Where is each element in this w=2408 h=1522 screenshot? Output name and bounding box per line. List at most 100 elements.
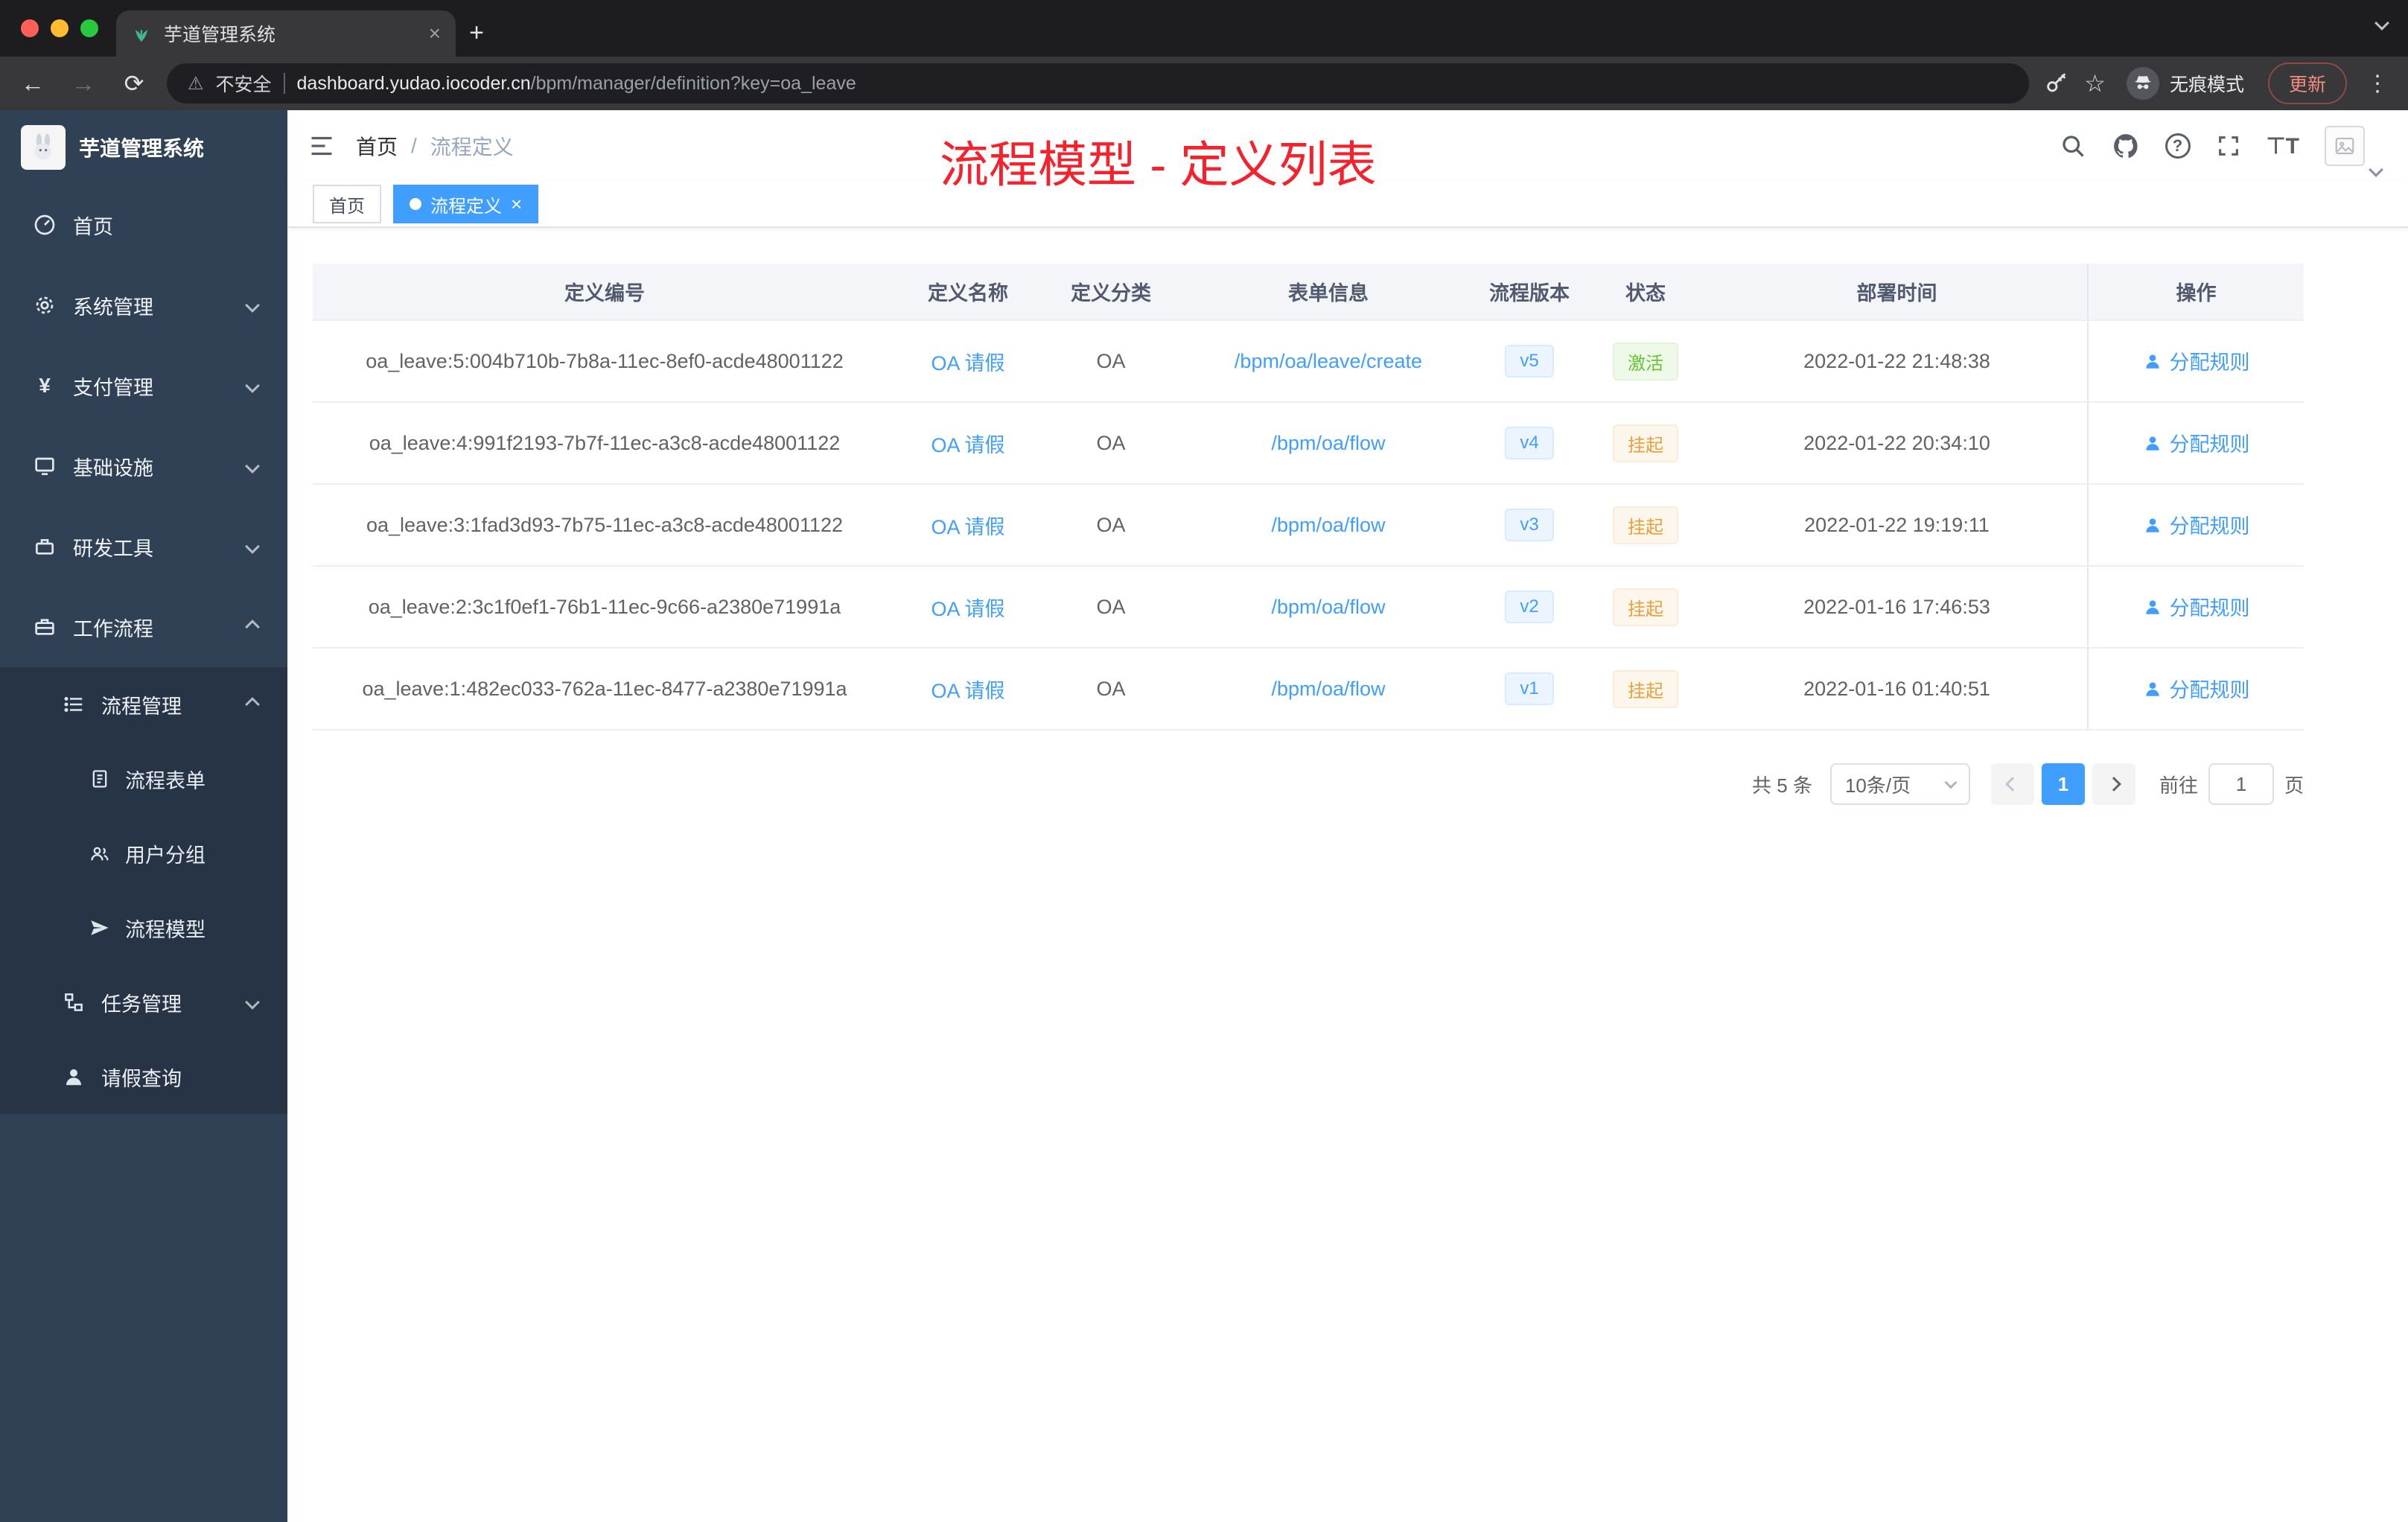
page-number-current[interactable]: 1	[2041, 763, 2085, 805]
font-size-icon[interactable]: ⊤T	[2267, 133, 2299, 159]
definition-name-link[interactable]: OA 请假	[931, 598, 1004, 620]
goto-page: 前往 页	[2159, 763, 2304, 805]
tag-process-definition[interactable]: 流程定义 ×	[393, 185, 539, 223]
form-link[interactable]: /bpm/oa/leave/create	[1235, 350, 1422, 372]
assign-rule-link[interactable]: 分配规则	[2143, 510, 2250, 539]
status-badge: 挂起	[1613, 588, 1678, 626]
table-row: oa_leave:3:1fad3d93-7b75-11ec-a3c8-acde4…	[313, 484, 2304, 567]
form-link[interactable]: /bpm/oa/flow	[1271, 596, 1385, 618]
back-button[interactable]: ←	[15, 70, 51, 98]
definition-category: OA	[1039, 320, 1182, 403]
sidebar-item-infra[interactable]: 基础设施	[0, 426, 287, 506]
sidebar-item-process-mgmt[interactable]: 流程管理	[0, 667, 287, 742]
sidebar-item-home[interactable]: 首页	[0, 185, 287, 265]
sidebar-item-label: 支付管理	[73, 376, 153, 399]
assign-rule-link[interactable]: 分配规则	[2143, 674, 2250, 703]
breadcrumb-current: 流程定义	[430, 136, 514, 159]
user-menu[interactable]	[2325, 126, 2383, 177]
sidebar-item-label: 首页	[73, 215, 113, 238]
tab-close-icon[interactable]: ×	[429, 22, 441, 45]
deploy-time: 2022-01-22 20:34:10	[1707, 402, 2088, 485]
table-row: oa_leave:4:991f2193-7b7f-11ec-a3c8-acde4…	[313, 402, 2304, 485]
deploy-time: 2022-01-22 19:19:11	[1707, 484, 2088, 567]
next-page-button[interactable]	[2092, 763, 2135, 805]
tag-home[interactable]: 首页	[313, 185, 381, 223]
sidebar-item-label: 流程管理	[101, 695, 182, 718]
assign-rule-link[interactable]: 分配规则	[2143, 346, 2250, 375]
sidebar-item-leave-query[interactable]: 请假查询	[0, 1039, 287, 1114]
document-icon	[89, 768, 110, 789]
definition-name-link[interactable]: OA 请假	[931, 352, 1004, 375]
briefcase-icon	[33, 615, 57, 639]
help-icon[interactable]: ?	[2165, 133, 2191, 159]
version-badge: v1	[1505, 672, 1554, 705]
form-link[interactable]: /bpm/oa/flow	[1271, 678, 1385, 700]
table-header-row: 定义编号 定义名称 定义分类 表单信息 流程版本 状态 部署时间 操作	[313, 264, 2304, 321]
key-icon[interactable]	[2044, 71, 2069, 96]
breadcrumb-home[interactable]: 首页	[356, 131, 398, 161]
col-form-info: 表单信息	[1182, 264, 1474, 321]
sidebar-item-payment[interactable]: ¥ 支付管理	[0, 346, 287, 426]
sidebar-item-label: 请假查询	[101, 1067, 182, 1090]
sidebar: 芋道管理系统 首页 系统管理 ¥ 支付管理 基础设施 研发工具 工作流程 流程管…	[0, 110, 287, 1522]
flowchart-icon	[63, 991, 85, 1013]
forward-button[interactable]: →	[66, 70, 101, 98]
chevron-up-icon	[245, 620, 260, 634]
breadcrumb: 首页 / 流程定义	[356, 131, 514, 161]
zoom-window-button[interactable]	[80, 19, 98, 37]
search-icon[interactable]	[2060, 133, 2086, 159]
address-divider	[283, 73, 285, 94]
tag-close-icon[interactable]: ×	[511, 194, 522, 214]
person-icon	[2143, 433, 2162, 453]
definition-name-link[interactable]: OA 请假	[931, 680, 1004, 702]
assign-rule-link[interactable]: 分配规则	[2143, 592, 2250, 621]
new-tab-button[interactable]: +	[456, 12, 497, 54]
browser-tab[interactable]: 芋道管理系统 ×	[116, 10, 456, 57]
incognito-label: 无痕模式	[2169, 74, 2244, 95]
col-category: 定义分类	[1039, 264, 1182, 321]
form-link[interactable]: /bpm/oa/flow	[1271, 432, 1385, 454]
person-icon	[2143, 597, 2162, 617]
collapse-sidebar-icon[interactable]	[308, 133, 335, 159]
assign-rule-link[interactable]: 分配规则	[2143, 428, 2250, 457]
sidebar-item-task-mgmt[interactable]: 任务管理	[0, 965, 287, 1039]
chevron-down-icon	[1944, 776, 1958, 789]
sidebar-item-devtools[interactable]: 研发工具	[0, 506, 287, 587]
fullscreen-icon[interactable]	[2216, 133, 2241, 159]
sidebar-item-process-model[interactable]: 流程模型	[0, 891, 287, 965]
chevron-down-icon	[245, 378, 260, 393]
reload-button[interactable]: ⟳	[116, 69, 152, 98]
deploy-time: 2022-01-16 01:40:51	[1707, 648, 2088, 730]
page-content: 定义编号 定义名称 定义分类 表单信息 流程版本 状态 部署时间 操作 oa_l	[287, 228, 2408, 805]
close-window-button[interactable]	[21, 19, 39, 37]
update-button[interactable]: 更新	[2267, 63, 2347, 104]
definition-name-link[interactable]: OA 请假	[931, 434, 1004, 456]
sidebar-item-system[interactable]: 系统管理	[0, 265, 287, 346]
sidebar-item-label: 工作流程	[73, 617, 153, 640]
sidebar-item-label: 系统管理	[73, 296, 153, 319]
gear-icon	[33, 293, 57, 317]
tag-label: 首页	[329, 196, 365, 217]
definition-category: OA	[1039, 648, 1182, 730]
definition-id: oa_leave:4:991f2193-7b7f-11ec-a3c8-acde4…	[313, 402, 896, 485]
deploy-time: 2022-01-22 21:48:38	[1707, 320, 2088, 403]
definition-name-link[interactable]: OA 请假	[931, 516, 1004, 538]
github-icon[interactable]	[2112, 132, 2140, 160]
table-row: oa_leave:5:004b710b-7b8a-11ec-8ef0-acde4…	[313, 320, 2304, 403]
window-controls	[21, 19, 98, 37]
minimize-window-button[interactable]	[51, 19, 69, 37]
form-link[interactable]: /bpm/oa/flow	[1271, 514, 1385, 536]
tab-favicon-icon	[131, 23, 152, 44]
browser-menu-icon[interactable]: ⋮	[2362, 71, 2393, 97]
page-size-select[interactable]: 10条/页	[1829, 763, 1970, 805]
sidebar-item-workflow[interactable]: 工作流程	[0, 587, 287, 667]
prev-page-button[interactable]	[1990, 763, 2034, 805]
bookmark-star-icon[interactable]: ☆	[2084, 69, 2106, 98]
goto-page-input[interactable]	[2208, 763, 2274, 805]
sidebar-item-user-group[interactable]: 用户分组	[0, 816, 287, 891]
sidebar-item-process-form[interactable]: 流程表单	[0, 742, 287, 816]
person-icon	[2143, 515, 2162, 535]
address-bar[interactable]: ⚠ 不安全 dashboard.yudao.iocoder.cn/bpm/man…	[167, 63, 2030, 104]
tab-title: 芋道管理系统	[164, 25, 276, 45]
tab-search-chevron-icon[interactable]	[2374, 16, 2389, 31]
